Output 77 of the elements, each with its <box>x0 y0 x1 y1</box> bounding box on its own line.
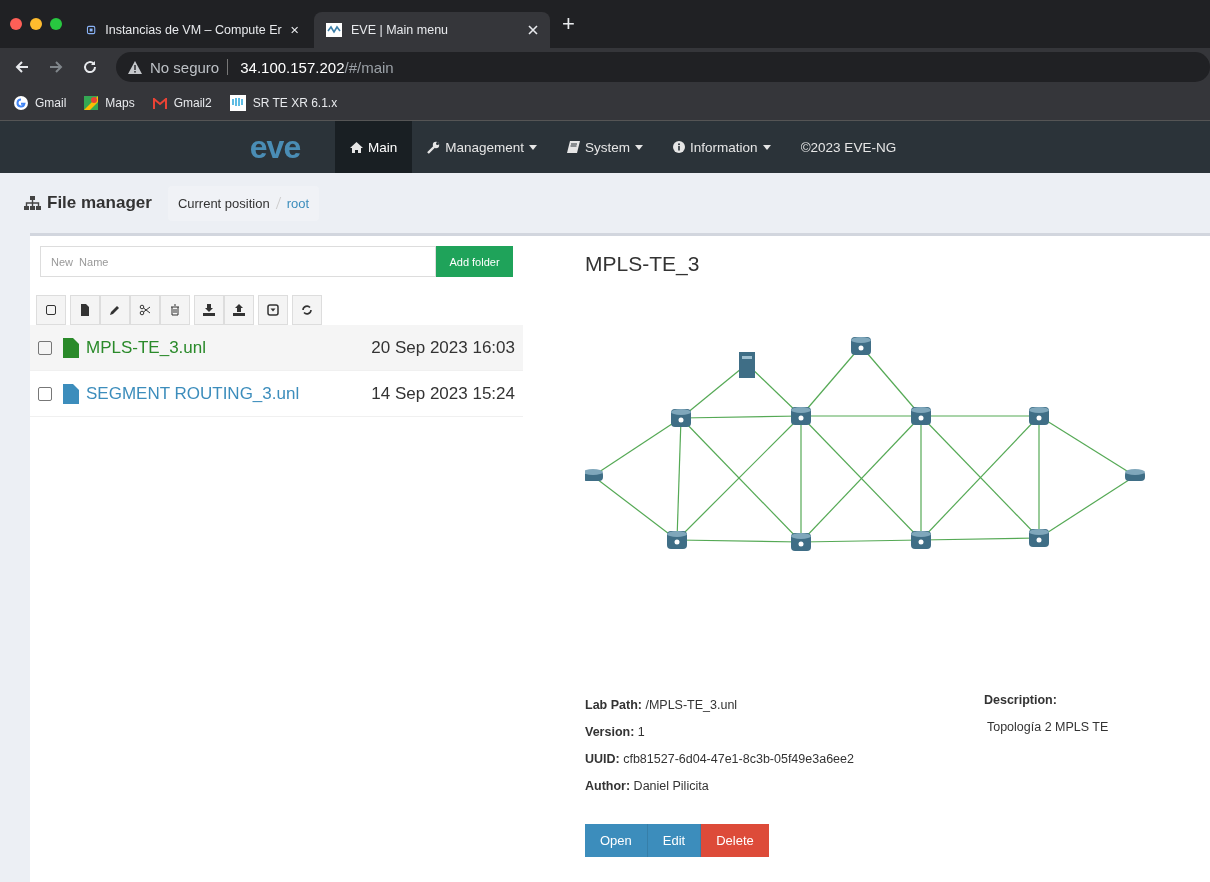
forward-icon[interactable] <box>48 59 64 75</box>
toolbar-button[interactable] <box>36 295 66 325</box>
trash-icon <box>169 304 181 316</box>
nav-menu-item[interactable]: Management <box>412 121 553 173</box>
cisco-icon <box>229 95 246 111</box>
toolbar-button[interactable] <box>292 295 322 325</box>
name-input-field[interactable]: New Name <box>40 246 436 277</box>
toolbar-button[interactable] <box>224 295 254 325</box>
sitemap-icon <box>24 196 41 210</box>
mail-icon <box>152 97 167 109</box>
nav-menu-item[interactable]: System <box>552 121 659 173</box>
refresh-icon <box>301 304 313 316</box>
caret-icon <box>529 144 538 150</box>
upload-icon <box>233 304 245 316</box>
window-zoom-button[interactable] <box>50 18 62 30</box>
lab-title: MPLS-TE_3 <box>585 252 701 276</box>
address-bar[interactable]: No seguro 34.100.157.202/#/main <box>116 52 1210 82</box>
warning-icon <box>128 60 142 74</box>
browser-tab[interactable]: EVE | Main menu <box>314 12 550 48</box>
scissors-icon <box>139 304 151 316</box>
lab-action-button[interactable]: Open <box>585 824 648 857</box>
reload-icon[interactable] <box>82 59 98 75</box>
bookmark[interactable]: Maps <box>84 96 135 110</box>
close-icon[interactable] <box>290 25 298 35</box>
lab-action-button[interactable]: Delete <box>701 824 769 857</box>
eve-logo[interactable]: eve <box>215 127 335 167</box>
google-icon <box>14 96 28 110</box>
lab-action-button[interactable]: Edit <box>647 824 702 857</box>
lab-detail: UUID: cfb81527-6d04-47e1-8c3b-05f49e3a6ee2 <box>585 752 854 766</box>
caret-box-icon <box>267 304 279 316</box>
file-icon <box>63 337 79 358</box>
map-pin-icon <box>84 96 99 110</box>
lab-detail: Lab Path: /MPLS-TE_3.unl <box>585 698 739 712</box>
back-icon[interactable] <box>14 59 30 75</box>
close-icon[interactable] <box>528 25 538 35</box>
nav-menu-item[interactable]: Main <box>335 121 413 173</box>
description-text: Topología 2 MPLS TE <box>985 720 1109 734</box>
toolbar-button[interactable] <box>258 295 288 325</box>
eve-favicon-icon <box>326 23 342 37</box>
file-name: SEGMENT ROUTING_3.unl <box>86 383 301 404</box>
checkbox-icon <box>45 304 57 316</box>
toolbar-button[interactable] <box>100 295 130 325</box>
bookmark[interactable]: SR TE XR 6.1.x <box>229 95 338 111</box>
description-label: Description: <box>983 693 1058 707</box>
new-tab-button[interactable]: + <box>554 11 583 37</box>
file-date: 14 Sep 2023 15:24 <box>371 383 515 404</box>
toolbar-button[interactable] <box>194 295 224 325</box>
bookmark[interactable]: Gmail <box>14 96 67 110</box>
file-icon <box>79 304 91 316</box>
checkbox[interactable] <box>38 340 52 355</box>
info-icon <box>673 141 686 153</box>
home-icon <box>350 141 363 153</box>
pencil-icon <box>109 304 121 316</box>
checkbox[interactable] <box>38 386 52 401</box>
nav-menu-item[interactable]: Information <box>658 121 786 173</box>
file-date: 20 Sep 2023 16:03 <box>371 337 515 358</box>
bookmark[interactable]: Gmail2 <box>152 96 212 110</box>
chip-icon <box>86 23 97 37</box>
browser-tab[interactable]: Instancias de VM – Compute Er <box>74 12 310 48</box>
caret-icon <box>762 144 771 150</box>
file-icon <box>63 383 79 404</box>
toolbar-button[interactable] <box>130 295 160 325</box>
page-title: File manager <box>47 193 152 213</box>
file-row[interactable]: SEGMENT ROUTING_3.unl 14 Sep 2023 15:24 <box>30 371 523 417</box>
download-icon <box>203 304 215 316</box>
window-close-button[interactable] <box>10 18 22 30</box>
wrench-icon <box>427 140 441 154</box>
file-name: MPLS-TE_3.unl <box>86 337 207 358</box>
window-minimize-button[interactable] <box>30 18 42 30</box>
copyright-text: ©2023 EVE-NG <box>800 139 897 155</box>
breadcrumb: Current position root <box>167 185 320 221</box>
lab-detail: Version: 1 <box>585 725 646 739</box>
file-row[interactable]: MPLS-TE_3.unl 20 Sep 2023 16:03 <box>30 325 523 371</box>
lab-detail: Author: Daniel Pilicita <box>585 779 710 793</box>
caret-icon <box>635 144 644 150</box>
book-icon <box>567 141 581 153</box>
toolbar-button[interactable] <box>70 295 100 325</box>
